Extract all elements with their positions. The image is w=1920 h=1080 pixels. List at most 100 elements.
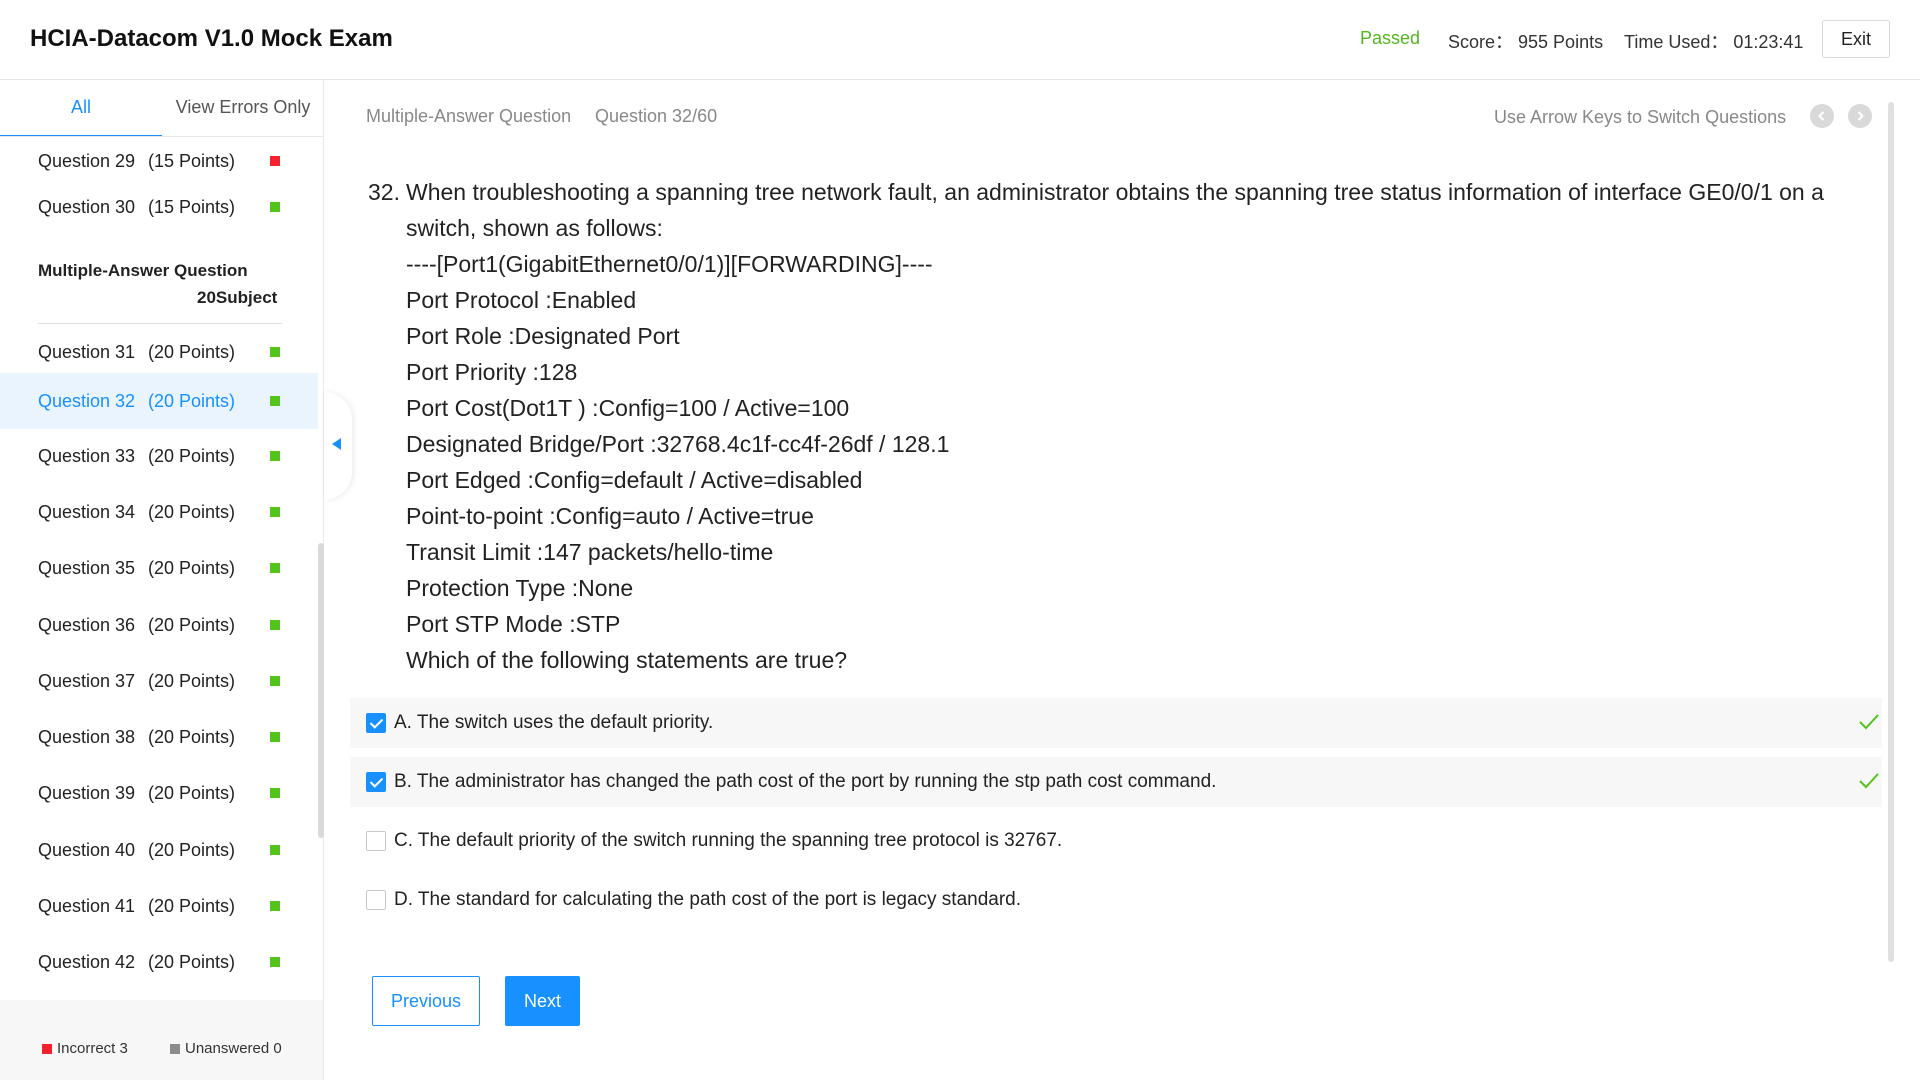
correct-status-icon [270,676,280,686]
question-line: Port Role :Designated Port [406,323,680,349]
sidebar-item-question-38[interactable]: Question 38 (20 Points) [0,713,318,761]
question-line: Port STP Mode :STP [406,611,621,637]
question-points: (20 Points) [148,839,236,860]
main-scrollbar[interactable] [1888,102,1894,962]
correct-status-icon [270,507,280,517]
correct-check-icon [1859,773,1879,789]
keyboard-hint: Use Arrow Keys to Switch Questions [1494,107,1787,127]
question-points: (20 Points) [148,341,236,362]
correct-status-icon [270,563,280,573]
sidebar-item-question-31[interactable]: Question 31 (20 Points) [0,328,318,376]
sidebar-item-question-34[interactable]: Question 34 (20 Points) [0,488,318,536]
question-points: (20 Points) [148,501,236,522]
correct-status-icon [270,451,280,461]
status-badge: Passed [1360,28,1421,48]
next-button[interactable]: Next [505,976,580,1026]
question-name: Question 29 [38,150,136,171]
question-name: Question 36 [38,614,136,635]
sidebar-item-question-36[interactable]: Question 36 (20 Points) [0,601,318,649]
legend-unanswered: Unanswered 0 [170,1040,282,1057]
sidebar-item-question-35[interactable]: Question 35 (20 Points) [0,544,318,592]
correct-status-icon [270,732,280,742]
section-title: Multiple-Answer Question [38,261,248,280]
tab-view-errors-only[interactable]: View Errors Only [162,80,324,135]
sidebar-tabs: All View Errors Only [0,80,324,137]
question-text: When troubleshooting a spanning tree net… [406,174,1826,678]
question-points: (20 Points) [148,614,236,635]
question-line: Transit Limit :147 packets/hello-time [406,539,774,565]
answer-option-b[interactable]: B. The administrator has changed the pat… [350,757,1882,807]
correct-status-icon [270,202,280,212]
answer-option-a[interactable]: A. The switch uses the default priority. [350,698,1882,748]
checkbox-c[interactable] [366,831,386,851]
question-points: (20 Points) [148,557,236,578]
question-line: switch, shown as follows: [406,215,663,241]
question-name: Question 42 [38,951,136,972]
answer-option-d[interactable]: D. The standard for calculating the path… [350,875,1882,925]
sidebar-item-question-37[interactable]: Question 37 (20 Points) [0,657,318,705]
question-name: Question 38 [38,726,136,747]
section-divider [38,323,282,324]
status-legend: Incorrect 3 Unanswered 0 [0,1000,323,1080]
question-name: Question 31 [38,341,136,362]
question-name: Question 35 [38,557,136,578]
incorrect-status-icon [270,156,280,166]
question-line: Designated Bridge/Port :32768.4c1f-cc4f-… [406,431,950,457]
question-line: Port Protocol :Enabled [406,287,637,313]
sidebar-item-question-40[interactable]: Question 40 (20 Points) [0,826,318,874]
checkbox-a[interactable] [366,713,386,733]
correct-status-icon [270,396,280,406]
answer-option-c[interactable]: C. The default priority of the switch ru… [350,816,1882,866]
question-line: Port Cost(Dot1T ) :Config=100 / Active=1… [406,395,850,421]
question-line: Port Priority :128 [406,359,578,385]
correct-status-icon [270,788,280,798]
question-name: Question 37 [38,670,136,691]
question-name: Question 41 [38,895,136,916]
correct-status-icon [270,957,280,967]
question-line: When troubleshooting a spanning tree net… [406,179,1824,205]
exit-button[interactable]: Exit [1822,20,1890,58]
correct-status-icon [270,901,280,911]
question-name: Question 39 [38,782,136,803]
correct-status-icon [270,620,280,630]
question-line: Protection Type :None [406,575,634,601]
question-points: (20 Points) [148,390,236,411]
chevron-left-icon [1818,111,1825,121]
question-name: Question 30 [38,196,136,217]
question-points: (15 Points) [148,150,236,171]
option-text: B. The administrator has changed the pat… [394,771,1217,792]
question-number: 32. [368,179,400,205]
question-points: (20 Points) [148,895,236,916]
sidebar-item-question-30[interactable]: Question 30 (15 Points) [0,183,318,231]
question-line: Port Edged :Config=default / Active=disa… [406,467,863,493]
question-name: Question 33 [38,445,136,466]
previous-button[interactable]: Previous [372,976,480,1026]
legend-unanswered-label: Unanswered 0 [185,1040,282,1057]
prev-arrow-button[interactable] [1810,104,1834,128]
sidebar-item-question-29[interactable]: Question 29 (15 Points) [0,137,318,185]
question-sidebar: All View Errors Only Question 29 (15 Poi… [0,80,324,1080]
tab-all[interactable]: All [0,80,162,137]
question-line: Point-to-point :Config=auto / Active=tru… [406,503,814,529]
chevron-right-icon [1857,111,1864,121]
checkbox-d[interactable] [366,890,386,910]
question-type-label: Multiple-Answer Question [366,106,572,126]
sidebar-item-question-42[interactable]: Question 42 (20 Points) [0,938,318,986]
correct-check-icon [1859,714,1879,730]
sidebar-item-question-33[interactable]: Question 33 (20 Points) [0,432,318,480]
option-text: C. The default priority of the switch ru… [394,830,1063,851]
header-bar: HCIA-Datacom V1.0 Mock Exam Passed Score… [0,0,1920,80]
question-name: Question 32 [38,390,136,411]
section-count: 20Subject [197,288,278,307]
question-points: (20 Points) [148,951,236,972]
checkbox-b[interactable] [366,772,386,792]
sidebar-item-question-41[interactable]: Question 41 (20 Points) [0,882,318,930]
question-points: (15 Points) [148,196,236,217]
question-name: Question 34 [38,501,136,522]
correct-status-icon [270,347,280,357]
next-arrow-button[interactable] [1848,104,1872,128]
sidebar-item-question-39[interactable]: Question 39 (20 Points) [0,769,318,817]
sidebar-item-question-32[interactable]: Question 32 (20 Points) [0,373,318,429]
question-counter: Question 32/60 [595,106,718,126]
question-line: Which of the following statements are tr… [406,647,848,673]
